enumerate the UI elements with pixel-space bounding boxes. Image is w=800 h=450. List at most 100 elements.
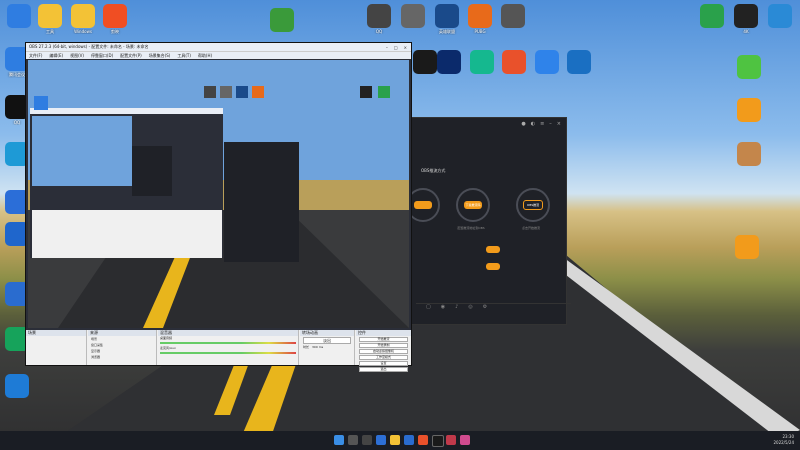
obs-window[interactable]: OBS 27.2.3 (64-bit, windows) - 配置文件: 未命名… [25,42,412,372]
settings-icon[interactable]: ⚙ [483,304,487,316]
user-icon[interactable]: ● [521,121,525,131]
search-icon[interactable] [348,435,358,445]
obs-menu-item-7[interactable]: 帮助(H) [198,53,212,59]
transitions-header: 转场动画 [300,330,354,336]
desktop-icon-mid-4[interactable] [530,50,564,75]
close-icon[interactable]: × [557,121,561,131]
desktop-icon-top-0[interactable] [2,4,36,29]
desktop-icon-top-2[interactable]: Windows [66,4,100,34]
obs-menu-item-3[interactable]: 停靠窗口(D) [91,53,113,59]
explorer-icon[interactable] [390,435,400,445]
close-button[interactable]: × [404,45,407,50]
obs-menu-item-5[interactable]: 场景集合(S) [149,53,171,59]
minimize-icon[interactable]: – [549,121,552,131]
desktop-icon-mid-1[interactable] [432,50,466,75]
control-button-2[interactable]: 启动虚拟摄像机 [359,349,408,354]
step-2-label: 配置推流地址到OBS [457,226,485,230]
skin-icon[interactable]: ◐ [531,121,535,131]
desktop-icon-top-9[interactable] [496,4,530,29]
desktop-icon-mid-3[interactable] [497,50,531,75]
start-icon[interactable] [334,435,344,445]
desktop-icon-mid-icon-2 [470,50,494,74]
desktop-icon-top-4[interactable] [265,8,299,33]
record-icon[interactable]: ◉ [441,304,445,316]
live-icon[interactable]: ▢ [426,304,431,316]
control-button-5[interactable]: 退出 [359,367,408,372]
mixer-meter-2[interactable] [160,352,296,354]
obs-menu-item-1[interactable]: 编辑(E) [49,53,63,59]
desktop-icon-top-5[interactable]: QQ [362,4,396,34]
desktop-icon-right-2[interactable] [763,4,797,29]
control-button-0[interactable]: 开始推流 [359,337,408,342]
camera-icon[interactable]: ◎ [468,304,472,316]
desktop-icon-side-icon-1 [737,98,761,122]
desktop-icon-left-icon-7 [5,374,29,398]
control-button-3[interactable]: 工作室模式 [359,355,408,360]
scenes-header: 场景 [26,330,86,336]
minimize-button[interactable]: – [386,45,388,50]
desktop-icon-top-icon-6 [401,4,425,28]
step-3: OBS推流 [516,188,550,222]
obs-menu-item-6[interactable]: 工具(T) [177,53,191,59]
controls-list: 开始推流 开始录制 启动虚拟摄像机 工作室模式 设置 退出 [356,337,411,372]
obs-menu-item-2[interactable]: 视图(V) [70,53,84,59]
desktop-icon-mid-5[interactable] [562,50,596,75]
mic-icon[interactable]: ♪ [455,304,458,316]
desktop-icon-top-label-8: PUBG [474,29,486,34]
obs-menu-item-4[interactable]: 配置文件(P) [120,53,142,59]
step-3-label: 点击开始推流 [521,226,540,230]
maximize-button[interactable]: □ [394,45,398,50]
system-tray[interactable]: 23:30 2022/5/24 [773,434,794,446]
desktop-icon-top-icon-7 [435,4,459,28]
desktop-icon-side-0[interactable] [732,55,766,80]
mode-title: OBS推流方式 [421,168,446,173]
streaming-app-taskbar-icon[interactable] [446,435,456,445]
desktop-icon-top-label-2: Windows [74,29,92,34]
desktop-icon-side-1[interactable] [732,98,766,123]
sources-panel: 来源 场景 窗口采集 显示器 浏览器 [88,330,157,365]
desktop-icon-right-0[interactable] [695,4,729,29]
source-item-3[interactable]: 浏览器 [88,354,156,360]
obs-dock: 场景 来源 场景 窗口采集 显示器 浏览器 混音器 桌面音频 麦克风/Aux 转场动画… [26,330,411,372]
desktop-icon-top-label-7: 英雄联盟 [439,29,455,34]
mixer-meter-1[interactable] [160,342,296,344]
desktop-icon-side-3[interactable] [730,235,764,260]
desktop-icon-top-3[interactable]: 剪映 [98,4,132,35]
controls-header: 控件 [356,330,411,336]
obs-menu-item-0[interactable]: 文件(F) [29,53,42,59]
desktop-icon-top-label-3: 剪映 [111,29,119,34]
obs-taskbar-icon[interactable] [432,435,444,447]
desktop-icon-top-7[interactable]: 英雄联盟 [430,4,464,35]
desktop-icon-right-1[interactable]: 4K [729,4,763,34]
desktop-icon-mid-2[interactable] [465,50,499,75]
menu-icon[interactable]: ≡ [540,121,544,131]
obs-menubar: 文件(F) 编辑(E) 视图(V) 停靠窗口(D) 配置文件(P) 场景集合(S) 工具(T… [26,51,411,59]
duration-value[interactable]: 300 ms [312,345,323,349]
edge-icon[interactable] [376,435,386,445]
desktop-icon-top-6[interactable] [396,4,430,29]
desktop-icon-right-icon-2 [768,4,792,28]
desktop-icon-top-label-5: QQ [375,29,383,34]
obs-preview[interactable] [28,60,409,328]
desktop-icon-top-8[interactable]: PUBG [463,4,497,34]
copy-address-button[interactable] [486,246,500,253]
desktop-icon-top-icon-1 [38,4,62,28]
control-button-1[interactable]: 开始录制 [359,343,408,348]
app2-taskbar-icon[interactable] [460,435,470,445]
streaming-app-window[interactable]: ● ◐ ≡ – × OBS推流方式 下载推流码 OBS推流 配置推流地址到OBS… [406,117,571,325]
obs-title: OBS 27.2.3 (64-bit, windows) - 配置文件: 未命名… [29,44,149,49]
app-icon[interactable] [418,435,428,445]
obs-titlebar: OBS 27.2.3 (64-bit, windows) - 配置文件: 未命名… [26,43,411,51]
desktop-icon-side-2[interactable] [732,142,766,167]
taskview-icon[interactable] [362,435,372,445]
desktop-icon-top-1[interactable]: 工具 [33,4,67,35]
transition-select[interactable]: 淡出 [303,337,351,344]
desktop-icon-left-7[interactable] [0,374,34,399]
control-button-4[interactable]: 设置 [359,361,408,366]
desktop-icon-top-icon-9 [501,4,525,28]
step-2: 下载推流码 [456,188,490,222]
store-icon[interactable] [404,435,414,445]
copy-key-button[interactable] [486,263,500,270]
desktop-icon-side-icon-2 [737,142,761,166]
desktop-icon-top-icon-5 [367,4,391,28]
